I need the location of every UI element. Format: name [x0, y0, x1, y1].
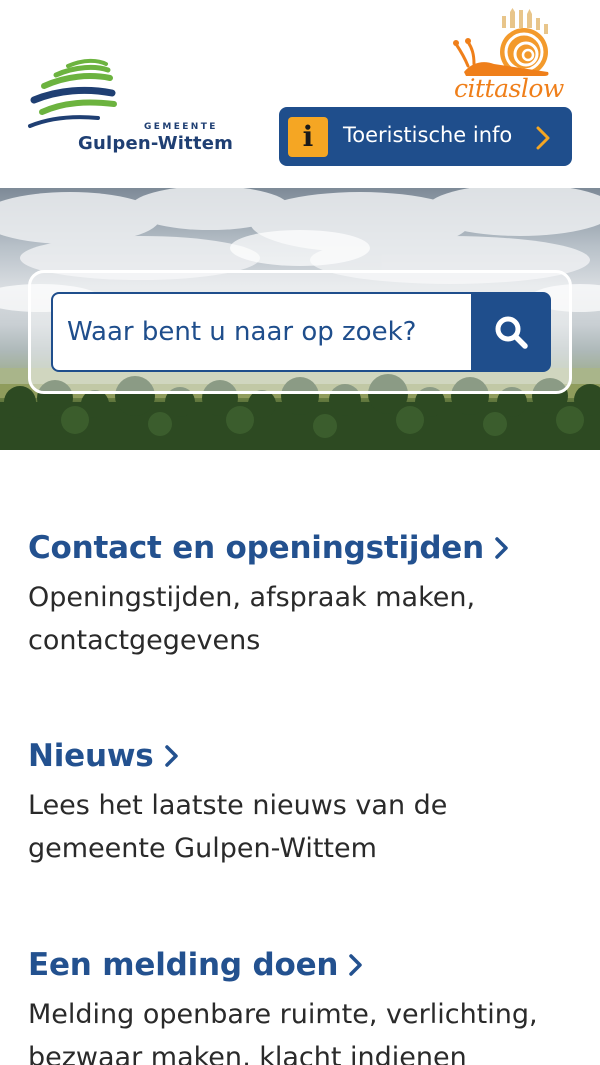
search-button[interactable] — [471, 292, 551, 372]
site-header: GEMEENTE Gulpen-Wittem cittaslow i Toeri… — [0, 0, 600, 188]
cittaslow-label: cittaslow — [454, 74, 564, 103]
chevron-right-icon — [349, 954, 363, 976]
gulpen-wittem-logo-icon — [28, 58, 117, 128]
news-link[interactable]: Nieuws — [28, 738, 180, 774]
logo-subtitle: GEMEENTE — [144, 122, 218, 132]
item-title: Een melding doen — [28, 947, 339, 983]
search-icon — [495, 316, 528, 349]
info-icon: i — [288, 117, 328, 157]
item-title: Contact en openingstijden — [28, 530, 485, 566]
item-title: Nieuws — [28, 738, 154, 774]
logo-title: Gulpen-Wittem — [78, 133, 234, 154]
chevron-right-icon — [164, 745, 178, 767]
list-item: Een melding doen Melding openbare ruimte… — [28, 947, 572, 1065]
report-link[interactable]: Een melding doen — [28, 947, 364, 983]
search-panel — [28, 270, 572, 394]
tourist-info-label: Toeristische info — [343, 123, 513, 147]
snail-icon — [453, 8, 549, 76]
item-description: Lees het laatste nieuws van de gemeente … — [28, 790, 448, 864]
contact-link[interactable]: Contact en openingstijden — [28, 530, 510, 566]
search-input[interactable] — [51, 292, 473, 372]
cittaslow-logo[interactable]: cittaslow — [450, 8, 564, 104]
hero-banner — [0, 188, 600, 450]
item-description: Melding openbare ruimte, verlichting, be… — [28, 999, 538, 1065]
chevron-right-icon — [536, 126, 550, 150]
tourist-info-button[interactable]: i Toeristische info — [279, 107, 572, 166]
list-item: Contact en openingstijden Openingstijden… — [28, 530, 572, 662]
chevron-right-icon — [495, 537, 508, 559]
list-item: Nieuws Lees het laatste nieuws van de ge… — [28, 738, 572, 870]
gulpen-wittem-logo[interactable]: GEMEENTE Gulpen-Wittem — [26, 56, 236, 160]
item-description: Openingstijden, afspraak maken, contactg… — [28, 582, 476, 656]
